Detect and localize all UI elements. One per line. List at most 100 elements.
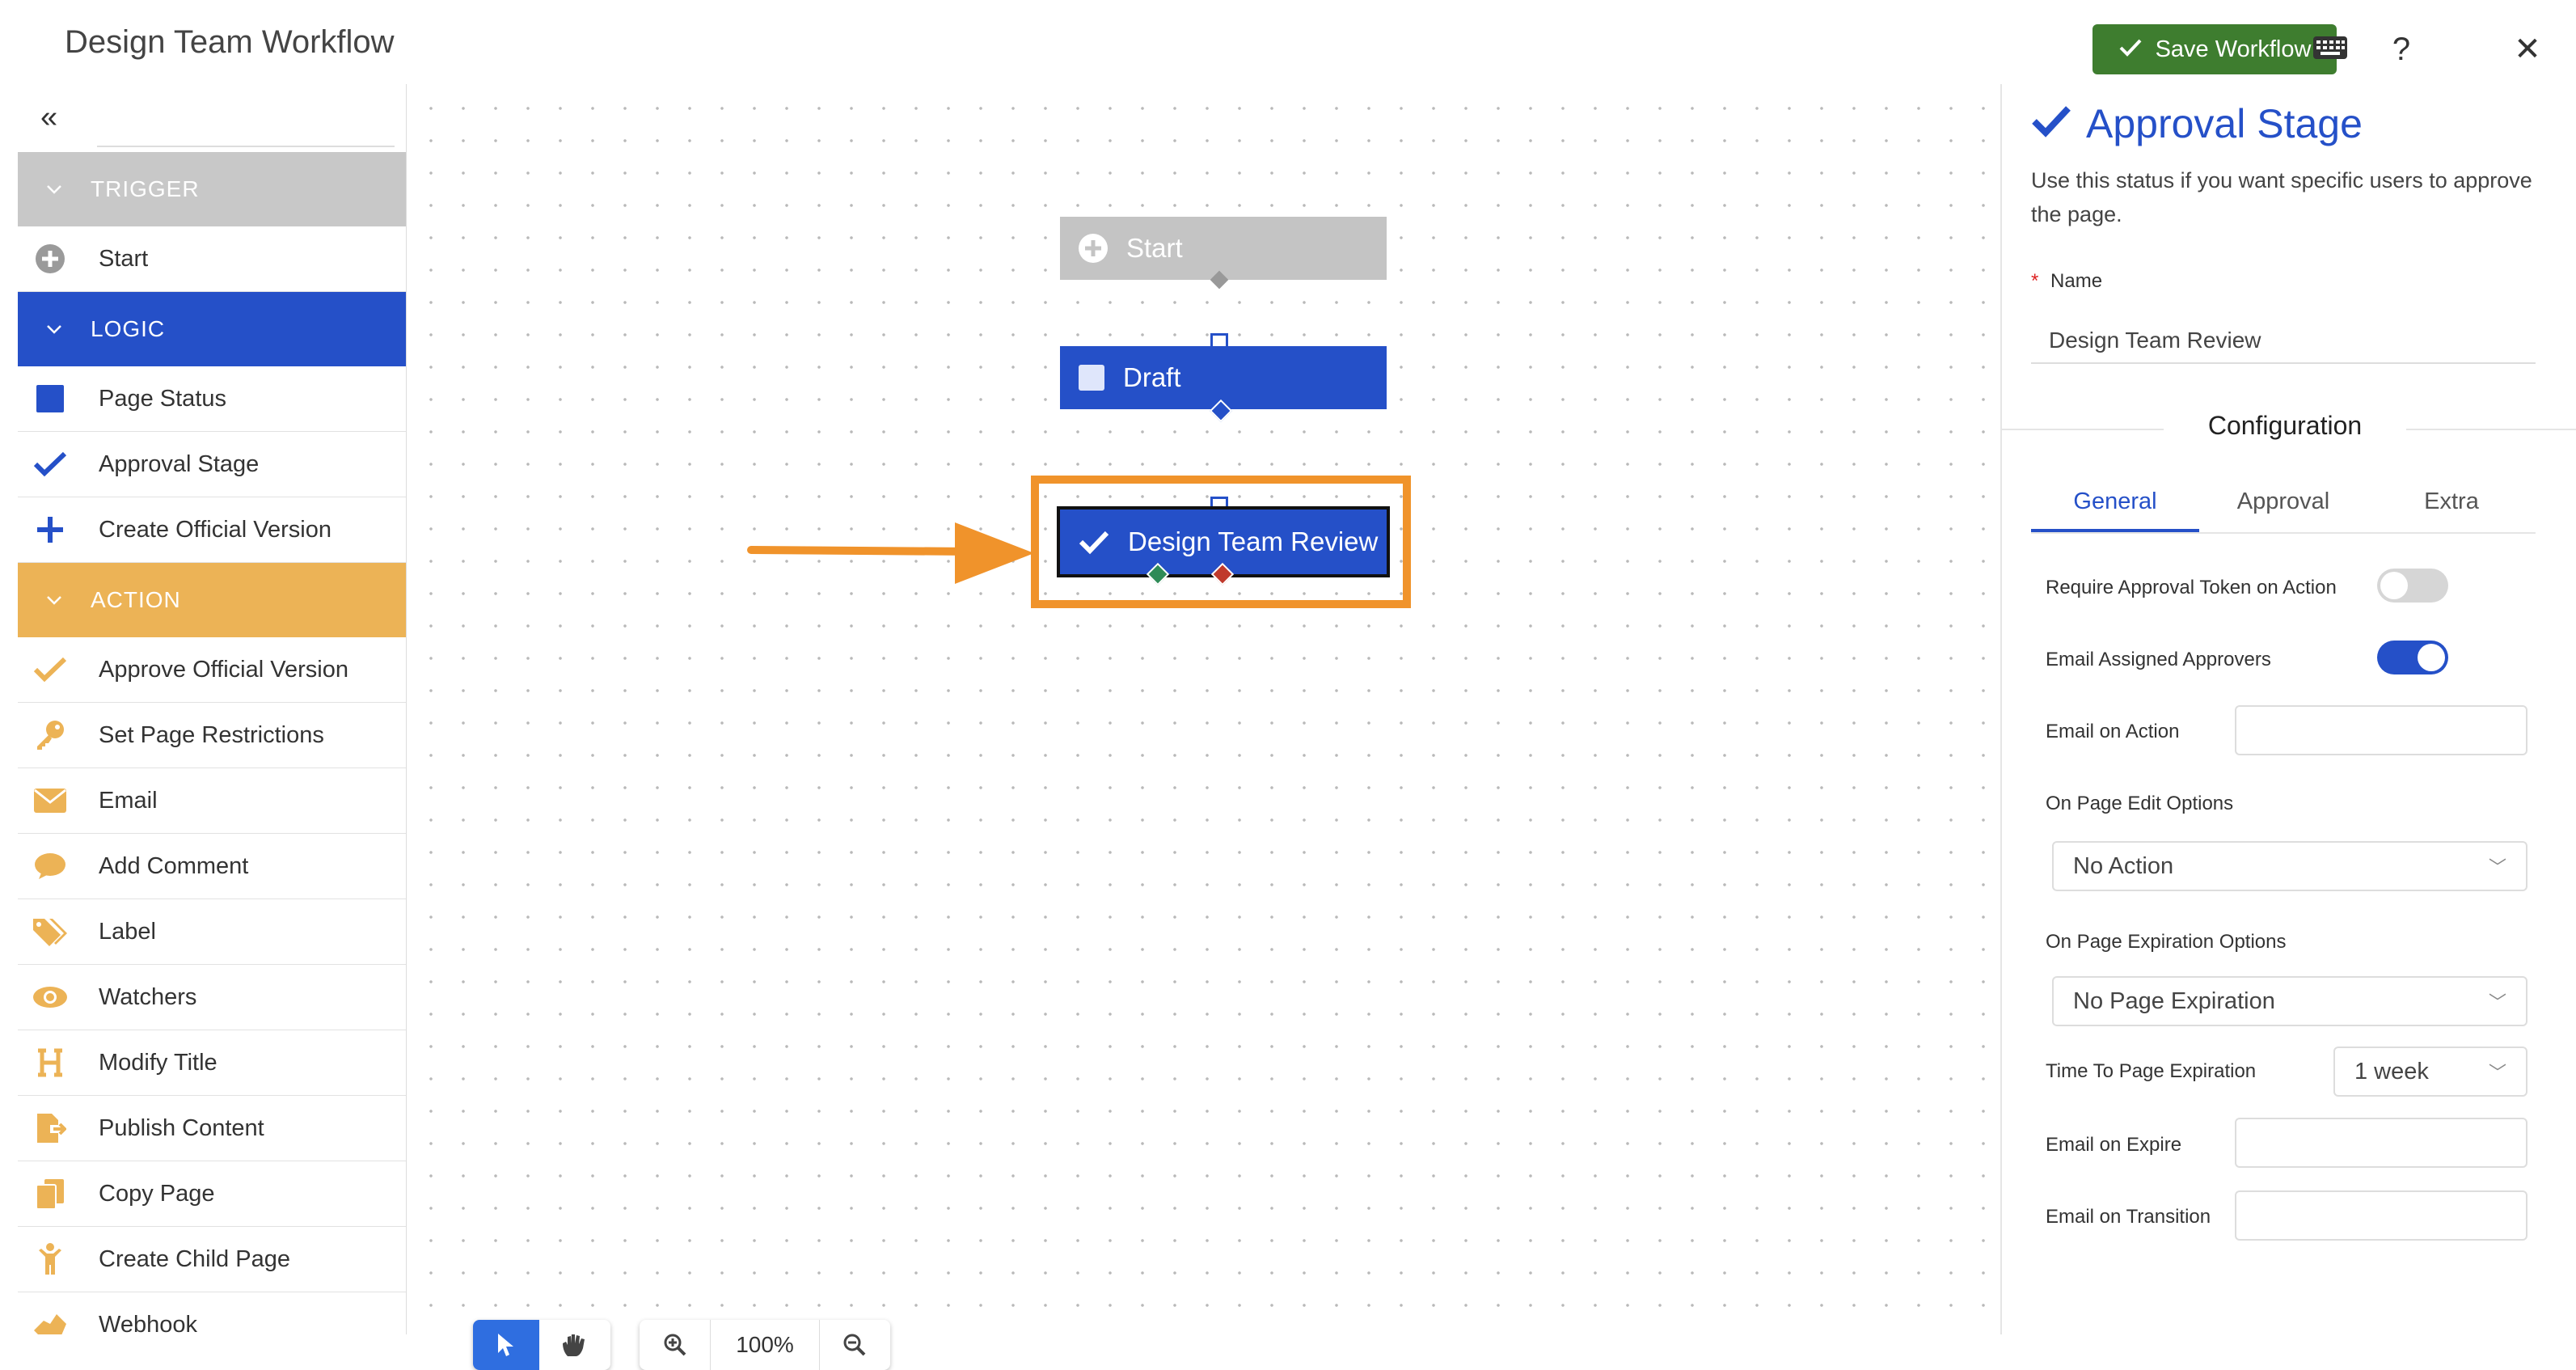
palette-item-add-comment[interactable]: Add Comment: [18, 834, 406, 899]
comment-icon: [18, 852, 82, 881]
email-on-transition-label: Email on Transition: [2046, 1206, 2211, 1228]
help-icon[interactable]: ?: [2384, 29, 2419, 70]
require-token-toggle[interactable]: [2377, 569, 2448, 603]
palette-item-email[interactable]: Email: [18, 768, 406, 834]
chevron-down-icon: ﹀: [2488, 992, 2506, 1013]
palette-item-label: Watchers: [99, 983, 197, 1010]
zoom-in-icon[interactable]: [640, 1320, 712, 1370]
time-to-expiration-select[interactable]: 1 week ﹀: [2333, 1047, 2527, 1097]
workflow-canvas[interactable]: Start Draft Design Team Review 100%: [407, 84, 2000, 1370]
section-header-logic[interactable]: LOGIC: [18, 292, 406, 366]
eye-icon: [18, 985, 82, 1009]
email-assigned-label: Email Assigned Approvers: [2046, 649, 2271, 670]
save-workflow-label: Save Workflow: [2155, 36, 2312, 62]
heading-icon: [18, 1047, 82, 1078]
page-edit-options-label: On Page Edit Options: [2046, 793, 2234, 814]
envelope-icon: [18, 788, 82, 814]
check-icon: [18, 450, 82, 478]
save-workflow-button[interactable]: Save Workflow: [2092, 24, 2337, 74]
palette-item-label: Add Comment: [99, 852, 249, 879]
palette-item-webhook[interactable]: Webhook: [18, 1292, 406, 1334]
palette-item-label: Approve Official Version: [99, 656, 348, 683]
check-icon: [1078, 529, 1110, 555]
pointer-arrow: [747, 522, 1034, 584]
check-icon: [2118, 35, 2143, 65]
tab-general[interactable]: General: [2031, 479, 2199, 532]
tab-approval[interactable]: Approval: [2199, 479, 2367, 532]
copy-icon: [18, 1178, 82, 1210]
name-label-text: Name: [2050, 270, 2103, 292]
start-node[interactable]: Start: [1060, 217, 1387, 280]
collapse-sidebar-icon[interactable]: «: [40, 100, 57, 135]
square-icon: [1078, 364, 1105, 391]
app-title: Design Team Workflow: [65, 24, 395, 60]
page-expiration-options-select[interactable]: No Page Expiration ﹀: [2052, 976, 2527, 1026]
email-on-expire-input[interactable]: [2235, 1118, 2527, 1168]
panel-title-text: Approval Stage: [2086, 101, 2363, 146]
palette-item-approve-official-version[interactable]: Approve Official Version: [18, 637, 406, 703]
name-label: * Name: [2031, 270, 2102, 293]
email-on-expire-label: Email on Expire: [2046, 1134, 2182, 1156]
section-label: LOGIC: [91, 316, 166, 341]
page-expiration-options-value: No Page Expiration: [2073, 987, 2275, 1014]
close-icon[interactable]: ✕: [2510, 29, 2545, 70]
pointer-icon[interactable]: [473, 1320, 539, 1370]
palette-item-label[interactable]: Label: [18, 899, 406, 965]
section-header-action[interactable]: ACTION: [18, 563, 406, 637]
email-on-action-input[interactable]: [2235, 705, 2527, 755]
palette-item-publish-content[interactable]: Publish Content: [18, 1096, 406, 1161]
palette-item-label: Create Child Page: [99, 1245, 290, 1272]
key-icon: [18, 719, 82, 751]
chevron-down-icon: [18, 179, 91, 200]
zoom-out-icon[interactable]: [820, 1320, 890, 1370]
email-on-action-label: Email on Action: [2046, 721, 2180, 742]
palette-item-page-status[interactable]: Page Status: [18, 366, 406, 432]
name-input[interactable]: [2031, 319, 2536, 364]
palette-item-set-page-restrictions[interactable]: Set Page Restrictions: [18, 703, 406, 768]
palette-item-start[interactable]: Start: [18, 226, 406, 292]
chevron-down-icon: ﹀: [2488, 1063, 2506, 1083]
palette-item-label: Email: [99, 787, 158, 814]
page-edit-options-select[interactable]: No Action ﹀: [2052, 841, 2527, 891]
configuration-heading: Configuration: [2164, 411, 2406, 441]
review-node-label: Design Team Review: [1128, 526, 1379, 556]
palette-item-create-child-page[interactable]: Create Child Page: [18, 1227, 406, 1292]
page-edit-options-value: No Action: [2073, 852, 2174, 879]
node-palette-sidebar: « TRIGGER Start LOGIC Page Status Approval S…: [18, 84, 407, 1334]
chevron-down-icon: [18, 590, 91, 611]
draft-node-label: Draft: [1123, 362, 1181, 392]
palette-item-copy-page[interactable]: Copy Page: [18, 1161, 406, 1227]
palette-item-approval-stage[interactable]: Approval Stage: [18, 432, 406, 497]
hand-icon[interactable]: [539, 1320, 610, 1370]
palette-item-label: Start: [99, 245, 149, 272]
email-on-transition-input[interactable]: [2235, 1190, 2527, 1241]
palette-item-label: Copy Page: [99, 1180, 215, 1207]
palette-item-label: Approval Stage: [99, 450, 260, 477]
palette-item-label: Page Status: [99, 385, 226, 412]
palette-list: TRIGGER Start LOGIC Page Status Approval Sta…: [18, 152, 406, 1334]
palette-item-create-official-version[interactable]: Create Official Version: [18, 497, 406, 563]
check-icon: [2031, 100, 2071, 147]
config-tabs: General Approval Extra: [2031, 479, 2536, 534]
palette-item-watchers[interactable]: Watchers: [18, 965, 406, 1030]
plus-circle-icon: [18, 243, 82, 274]
draft-node[interactable]: Draft: [1060, 346, 1387, 409]
palette-item-label: Webhook: [99, 1311, 197, 1335]
palette-item-modify-title[interactable]: Modify Title: [18, 1030, 406, 1096]
pointer-mode-group: [473, 1320, 610, 1370]
palette-search-underline[interactable]: [97, 146, 395, 147]
email-assigned-toggle[interactable]: [2377, 641, 2448, 674]
section-label: TRIGGER: [91, 176, 200, 201]
palette-item-label: Set Page Restrictions: [99, 721, 324, 748]
panel-title: Approval Stage: [2031, 100, 2363, 147]
child-icon: [18, 1242, 82, 1276]
require-token-label: Require Approval Token on Action: [2046, 577, 2337, 598]
palette-item-label: Modify Title: [99, 1049, 217, 1076]
section-header-trigger[interactable]: TRIGGER: [18, 152, 406, 226]
start-node-label: Start: [1126, 233, 1183, 263]
keyboard-icon[interactable]: [2309, 29, 2351, 70]
tags-icon: [18, 915, 82, 948]
zoom-group: 100%: [640, 1320, 890, 1370]
publish-icon: [18, 1112, 82, 1144]
tab-extra[interactable]: Extra: [2367, 479, 2536, 532]
